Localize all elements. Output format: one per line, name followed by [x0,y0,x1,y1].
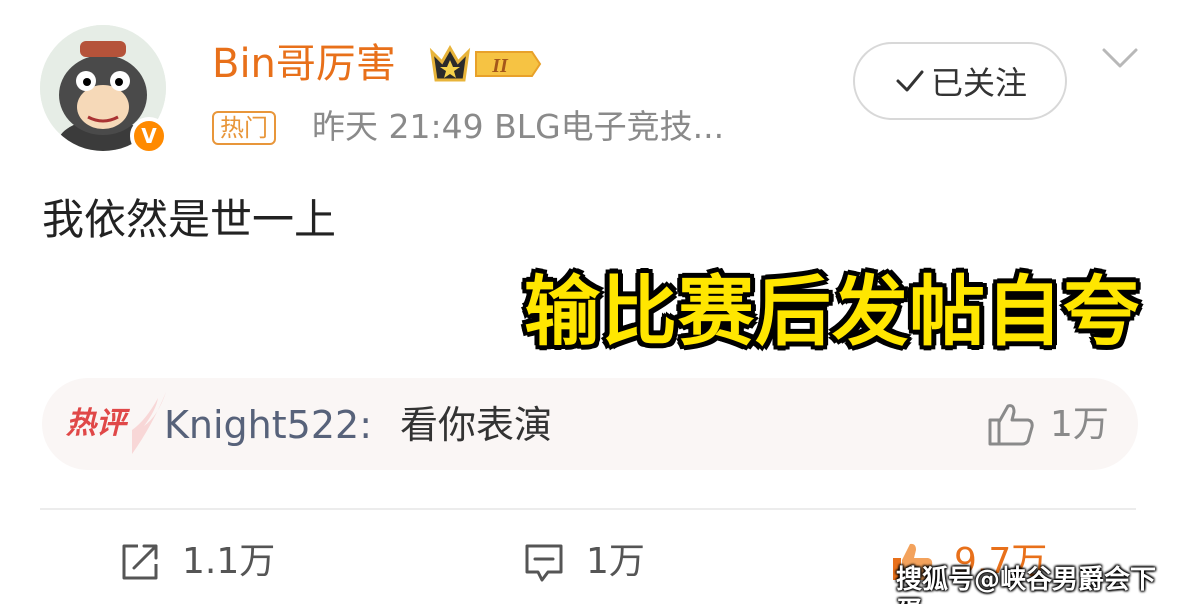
repost-count: 1.1万 [182,541,276,582]
comment-button[interactable]: 1万 [522,532,645,592]
overlay-caption: 输比赛后发帖自夸 [522,265,1141,358]
post-text: 我依然是世一上 [42,195,337,244]
crown-level: II [491,55,509,77]
verified-badge: V [130,117,168,155]
comment-username[interactable]: Knight522: [164,398,372,452]
username[interactable]: Bin哥厉害 [212,36,396,92]
hot-tag: 热门 [212,111,276,145]
crown-icon: II [429,44,542,82]
repost-icon [122,544,158,580]
comment-text: 看你表演 [400,403,553,447]
hot-comment[interactable]: 热评 Knight522: 看你表演 1万 [42,378,1138,470]
comment-count: 1万 [586,541,645,582]
follow-label: 已关注 [930,64,1027,102]
divider [40,508,1136,510]
post-meta: 昨天 21:49 BLG电子竞技... [312,107,725,146]
thumbs-up-icon[interactable] [986,400,1036,448]
follow-button[interactable]: 已关注 [853,42,1067,120]
hot-comment-label: 热评 [66,406,126,441]
watermark: 搜狐号@峡谷男爵会下蛋 [896,565,1157,604]
comment-like-count: 1万 [1050,404,1109,445]
comment-icon [525,544,563,582]
chevron-down-icon[interactable] [1100,44,1140,72]
check-icon [896,70,924,92]
repost-button[interactable]: 1.1万 [118,532,275,592]
